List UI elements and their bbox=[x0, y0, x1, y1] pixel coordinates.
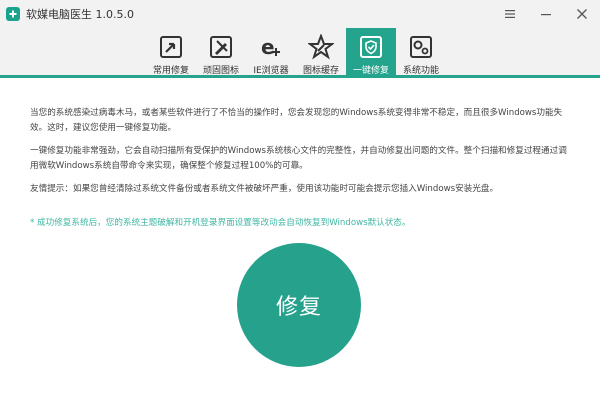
gears-icon bbox=[407, 33, 435, 61]
tab-label: IE浏览器 bbox=[253, 66, 289, 76]
toolbar: 常用修复 顽固图标 e IE浏览器 图标缓存 一键修复 系统功能 bbox=[0, 28, 600, 78]
title-bar: 软媒电脑医生 1.0.5.0 bbox=[0, 0, 600, 28]
description-paragraph-2: 一键修复功能非常强劲，它会自动扫描所有受保护的Windows系统核心文件的完整性… bbox=[30, 146, 567, 171]
close-icon bbox=[577, 9, 587, 19]
tab-system-functions[interactable]: 系统功能 bbox=[396, 28, 446, 78]
tab-label: 系统功能 bbox=[402, 66, 439, 76]
menu-icon bbox=[505, 10, 515, 18]
svg-text:e: e bbox=[261, 35, 275, 59]
shield-repair-icon bbox=[357, 33, 385, 61]
friendly-tip: 友情提示：如果您曾经清除过系统文件备份或者系统文件被破坏严重，使用该功能时可能会… bbox=[30, 184, 499, 194]
tab-ie-browser[interactable]: e IE浏览器 bbox=[246, 28, 296, 78]
tab-stubborn-icons[interactable]: 顽固图标 bbox=[196, 28, 246, 78]
window-title: 软媒电脑医生 1.0.5.0 bbox=[26, 8, 134, 21]
tab-label: 顽固图标 bbox=[202, 66, 239, 76]
star-wrench-icon bbox=[307, 33, 335, 61]
menu-button[interactable] bbox=[492, 0, 528, 28]
wrench-arrow-icon bbox=[157, 33, 185, 61]
restore-note: * 成功修复系统后，您的系统主题破解和开机登录界面设置等改动会自动恢复到Wind… bbox=[30, 218, 411, 228]
description-paragraph-1: 当您的系统感染过病毒木马，或者某些软件进行了不恰当的操作时，您会发现您的Wind… bbox=[30, 108, 563, 133]
tab-label: 一键修复 bbox=[352, 66, 389, 76]
tab-common-repair[interactable]: 常用修复 bbox=[146, 28, 196, 78]
tab-one-click-repair[interactable]: 一键修复 bbox=[346, 28, 396, 78]
tab-label: 图标缓存 bbox=[302, 66, 339, 76]
repair-button[interactable]: 修复 bbox=[237, 243, 361, 367]
app-logo-icon bbox=[6, 7, 20, 21]
description-panel: 当您的系统感染过病毒木马，或者某些软件进行了不恰当的操作时，您会发现您的Wind… bbox=[30, 106, 575, 205]
ie-plus-icon: e bbox=[257, 33, 285, 61]
minimize-icon bbox=[541, 14, 551, 16]
tab-label: 常用修复 bbox=[152, 66, 189, 76]
minimize-button[interactable] bbox=[528, 0, 564, 28]
pencil-wrench-icon bbox=[207, 33, 235, 61]
close-button[interactable] bbox=[564, 0, 600, 28]
tab-icon-cache[interactable]: 图标缓存 bbox=[296, 28, 346, 78]
